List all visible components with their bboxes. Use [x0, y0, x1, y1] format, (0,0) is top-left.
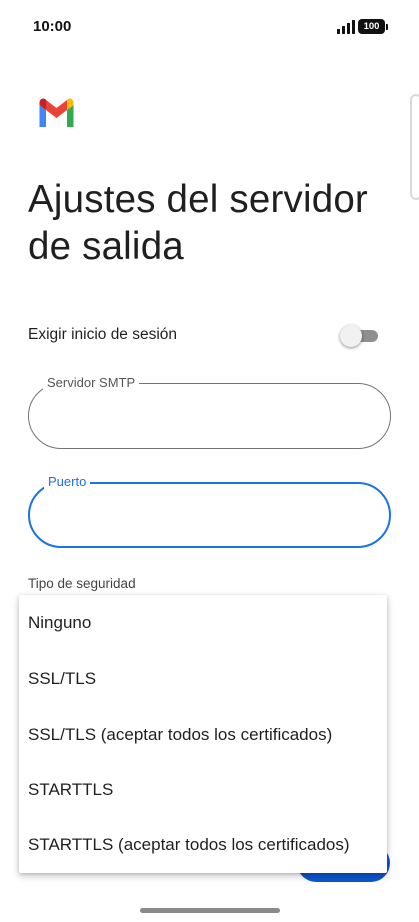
require-login-toggle[interactable] [340, 325, 380, 347]
outgoing-server-settings-screen: 10:00 100 Ajustes del servidor de salida… [0, 0, 419, 922]
menu-item-ssl-tls-accept-all[interactable]: SSL/TLS (aceptar todos los certificados) [19, 707, 387, 763]
port-label: Puerto [44, 474, 91, 490]
security-type-menu: Ninguno SSL/TLS SSL/TLS (aceptar todos l… [19, 595, 387, 873]
menu-item-none[interactable]: Ninguno [19, 595, 387, 651]
menu-item-starttls-accept-all[interactable]: STARTTLS (aceptar todos los certificados… [19, 817, 387, 873]
smtp-server-label: Servidor SMTP [43, 375, 140, 391]
port-field[interactable]: Puerto [28, 474, 391, 548]
scroll-indicator[interactable] [410, 94, 419, 200]
signal-icon [337, 20, 355, 34]
smtp-server-field[interactable]: Servidor SMTP [28, 375, 391, 449]
page-title: Ajustes del servidor de salida [28, 178, 368, 268]
status-time: 10:00 [33, 18, 72, 35]
menu-item-ssl-tls[interactable]: SSL/TLS [19, 651, 387, 707]
navigation-handle[interactable] [140, 908, 280, 913]
require-login-label: Exigir inicio de sesión [28, 326, 178, 343]
smtp-server-input[interactable] [49, 402, 369, 430]
port-input[interactable] [50, 502, 370, 530]
security-type-label: Tipo de seguridad [28, 576, 136, 591]
menu-item-starttls[interactable]: STARTTLS [19, 762, 387, 818]
toggle-thumb [340, 325, 362, 347]
gmail-icon [39, 98, 74, 127]
battery-icon: 100 [358, 19, 388, 34]
status-bar: 10:00 100 [0, 0, 419, 52]
